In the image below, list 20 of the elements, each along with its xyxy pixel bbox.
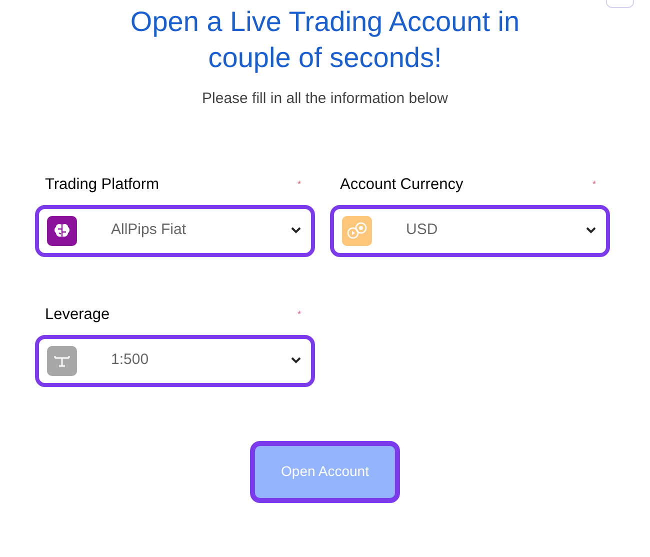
chevron-icon	[586, 227, 596, 234]
balance-icon	[47, 346, 77, 376]
select-field[interactable]: 1:500	[35, 334, 315, 386]
brain-icon	[47, 216, 77, 246]
select-field[interactable]: USD	[330, 204, 610, 256]
select-value: 1:500	[111, 350, 150, 370]
chevron-icon	[291, 227, 301, 234]
select-value: AllPips Fiat	[111, 220, 188, 240]
field-label: Account Currency	[340, 174, 464, 195]
field-label: Leverage	[45, 304, 110, 325]
field-label: Trading Platform	[45, 174, 159, 195]
select-field[interactable]: AllPips Fiat	[35, 204, 315, 256]
required-mark: *	[592, 178, 596, 191]
page-heading: Open a Live Trading Account in couple of seconds!	[129, 5, 521, 75]
required-mark: *	[297, 178, 301, 191]
select-value: USD	[406, 220, 439, 240]
chevron-icon	[291, 357, 301, 364]
subtitle: Please fill in all the information below	[202, 89, 448, 109]
required-mark: *	[297, 308, 301, 321]
coins-icon	[342, 216, 372, 246]
